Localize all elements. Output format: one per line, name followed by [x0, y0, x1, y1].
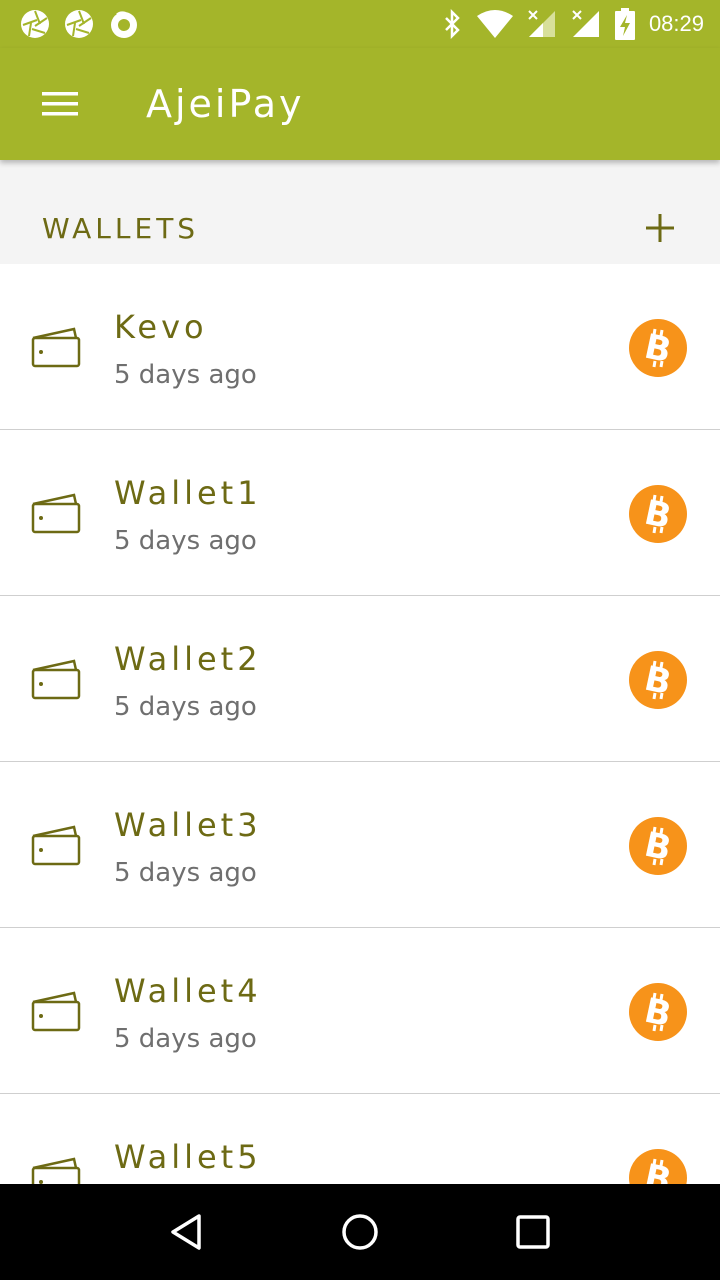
wallet-name: Wallet2 — [114, 640, 262, 678]
firefox-icon — [111, 11, 137, 38]
wallet-text: Kevo 5 days ago — [114, 308, 257, 390]
aperture-icon — [21, 10, 49, 38]
wallet-icon — [31, 327, 81, 368]
wifi-icon — [476, 10, 513, 38]
status-left-icons — [20, 8, 140, 40]
wallet-list-item[interactable]: Wallet3 5 days ago B — [0, 762, 720, 928]
signal-icon — [572, 10, 599, 37]
hamburger-menu-icon — [42, 92, 78, 116]
wallet-name: Kevo — [114, 308, 208, 346]
status-bar: 08:29 — [0, 0, 720, 48]
menu-button[interactable] — [40, 84, 80, 124]
wallet-timestamp: 5 days ago — [114, 526, 257, 556]
wallet-name: Wallet1 — [114, 474, 262, 512]
bluetooth-icon — [445, 9, 460, 39]
wallet-timestamp: 5 days ago — [114, 692, 257, 722]
wallet-text: Wallet3 5 days ago — [114, 806, 262, 888]
app-bar: AjeiPay — [0, 48, 720, 160]
wallet-name: Wallet5 — [114, 1138, 262, 1176]
wallet-name: Wallet3 — [114, 806, 262, 844]
wallet-text: Wallet4 5 days ago — [114, 972, 262, 1054]
bitcoin-icon: B — [629, 983, 687, 1041]
wallet-list-item[interactable]: Wallet5 B — [0, 1094, 720, 1184]
wallet-timestamp: 5 days ago — [114, 1024, 257, 1054]
recents-square-icon — [516, 1215, 551, 1249]
wallet-list: Kevo 5 days ago B Wallet1 5 days ago B W… — [0, 264, 720, 1184]
wallet-icon — [31, 991, 81, 1032]
wallet-icon — [31, 1157, 81, 1184]
app-title: AjeiPay — [146, 82, 305, 126]
signal-icon — [528, 10, 555, 37]
system-navigation-bar — [0, 1184, 720, 1280]
home-button[interactable] — [336, 1208, 384, 1256]
wallet-icon — [31, 659, 81, 700]
wallet-list-item[interactable]: Wallet4 5 days ago B — [0, 928, 720, 1094]
bitcoin-icon: B — [629, 319, 687, 377]
status-right-icons: 08:29 — [443, 8, 704, 40]
wallet-timestamp: 5 days ago — [114, 858, 257, 888]
wallet-list-item[interactable]: Wallet1 5 days ago B — [0, 430, 720, 596]
wallet-name: Wallet4 — [114, 972, 262, 1010]
home-circle-icon — [342, 1214, 378, 1250]
bitcoin-icon: B — [629, 817, 687, 875]
wallet-list-item[interactable]: Wallet2 5 days ago B — [0, 596, 720, 762]
wallet-icon — [31, 493, 81, 534]
wallet-list-item[interactable]: Kevo 5 days ago B — [0, 264, 720, 430]
wallets-section-header: WALLETS — [0, 160, 720, 264]
wallet-timestamp: 5 days ago — [114, 360, 257, 390]
add-wallet-button[interactable] — [640, 208, 680, 248]
bitcoin-icon: B — [629, 1149, 687, 1184]
status-time: 08:29 — [648, 11, 704, 36]
recents-button[interactable] — [509, 1208, 557, 1256]
wallet-text: Wallet1 5 days ago — [114, 474, 262, 556]
wallet-icon — [31, 825, 81, 866]
back-button[interactable] — [163, 1208, 211, 1256]
bitcoin-icon: B — [629, 651, 687, 709]
wallet-text: Wallet5 — [114, 1138, 262, 1184]
wallet-text: Wallet2 5 days ago — [114, 640, 262, 722]
plus-icon — [646, 214, 674, 242]
battery-charging-icon — [614, 8, 635, 40]
aperture-icon — [65, 10, 93, 38]
back-triangle-icon — [170, 1214, 201, 1250]
bitcoin-icon: B — [629, 485, 687, 543]
section-title: WALLETS — [42, 211, 200, 245]
